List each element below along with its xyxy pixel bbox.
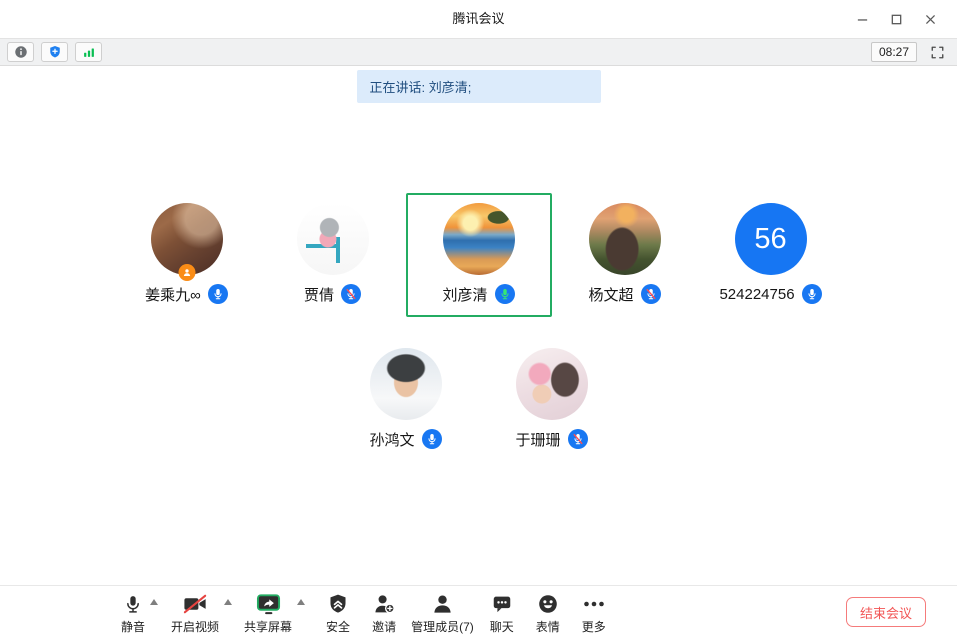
participant-tile-yushanshan[interactable]: 于珊珊 (479, 338, 625, 462)
meeting-toolbar: 静音 开启视频 共享屏幕 安全 邀请 (0, 585, 957, 637)
manage-members-button[interactable]: 管理成员(7) (411, 591, 474, 635)
microphone-icon (123, 591, 143, 617)
security-label: 安全 (326, 618, 350, 635)
chat-bubble-icon (491, 591, 513, 617)
window-title: 腾讯会议 (0, 0, 957, 38)
title-bar: 腾讯会议 (0, 0, 957, 38)
emoji-smiley-icon (537, 591, 559, 617)
avatar-photo (297, 203, 369, 275)
mic-speaking-icon (495, 284, 515, 304)
status-bar: 08:27 (0, 38, 957, 66)
avatar (370, 348, 442, 420)
fullscreen-icon[interactable] (925, 42, 949, 62)
share-screen-label: 共享屏幕 (244, 618, 292, 635)
participant-tile-yangwenchao[interactable]: 杨文超 (552, 193, 698, 317)
participant-row-2: 孙鸿文 于珊珊 (0, 338, 957, 462)
status-right: 08:27 (871, 42, 949, 62)
participant-name: 姜乘九∞ (145, 284, 201, 305)
mic-muted-icon (568, 429, 588, 449)
start-video-button[interactable]: 开启视频 (171, 591, 219, 635)
share-screen-icon (256, 591, 281, 617)
participant-tile-jiaqian[interactable]: 贾倩 (260, 193, 406, 317)
security-button[interactable]: 安全 (326, 591, 350, 635)
avatar-photo (370, 348, 442, 420)
avatar-number: 56 (735, 203, 807, 275)
participant-name: 524224756 (719, 286, 794, 303)
chat-label: 聊天 (490, 618, 514, 635)
participant-tile-sunhongwen[interactable]: 孙鸿文 (333, 338, 479, 462)
meeting-timer: 08:27 (871, 42, 917, 62)
mic-muted-icon (341, 284, 361, 304)
participant-name: 贾倩 (304, 284, 334, 305)
avatar (589, 203, 661, 275)
meeting-info-icon[interactable] (7, 42, 34, 62)
camera-off-icon (182, 591, 209, 617)
avatar (443, 203, 515, 275)
speaking-banner: 正在讲话: 刘彦清; (357, 70, 601, 103)
members-icon (431, 591, 454, 617)
start-video-label: 开启视频 (171, 618, 219, 635)
video-menu-caret-icon[interactable] (219, 599, 237, 605)
participant-stage: 正在讲话: 刘彦清; 姜乘九∞ (0, 66, 957, 585)
mic-on-icon (422, 429, 442, 449)
participant-tile-liuyanqing-active-speaker[interactable]: 刘彦清 (406, 193, 552, 317)
invite-button[interactable]: 邀请 (372, 591, 396, 635)
more-dots-icon (582, 591, 606, 617)
maximize-icon[interactable] (879, 5, 913, 33)
participant-tile-524224756[interactable]: 56 524224756 (698, 193, 844, 317)
participant-name: 孙鸿文 (369, 429, 414, 450)
participant-name: 杨文超 (588, 284, 633, 305)
mute-menu-caret-icon[interactable] (145, 599, 163, 605)
network-signal-icon[interactable] (75, 42, 102, 62)
more-button[interactable]: 更多 (582, 591, 606, 635)
participant-name: 于珊珊 (515, 429, 560, 450)
status-left-buttons (7, 42, 102, 62)
security-protect-icon[interactable] (41, 42, 68, 62)
participant-tile-jiangchengjiu[interactable]: 姜乘九∞ (114, 193, 260, 317)
mute-button[interactable]: 静音 (121, 591, 145, 635)
more-label: 更多 (582, 618, 606, 635)
close-icon[interactable] (913, 5, 947, 33)
avatar-photo (443, 203, 515, 275)
host-badge-icon (178, 264, 195, 281)
mute-label: 静音 (121, 618, 145, 635)
avatar (297, 203, 369, 275)
participant-name: 刘彦清 (442, 284, 487, 305)
mic-on-icon (802, 284, 822, 304)
meeting-window: 腾讯会议 08:27 (0, 0, 957, 637)
window-controls (845, 0, 947, 38)
share-screen-button[interactable]: 共享屏幕 (244, 591, 292, 635)
mic-on-icon (208, 284, 228, 304)
avatar: 56 (735, 203, 807, 275)
chat-button[interactable]: 聊天 (490, 591, 514, 635)
end-meeting-button[interactable]: 结束会议 (846, 597, 926, 627)
emoji-button[interactable]: 表情 (536, 591, 560, 635)
minimize-icon[interactable] (845, 5, 879, 33)
mic-muted-icon (641, 284, 661, 304)
avatar (516, 348, 588, 420)
invite-person-icon (373, 591, 396, 617)
security-shield-icon (327, 591, 349, 617)
manage-members-label: 管理成员(7) (411, 618, 474, 635)
avatar-photo (516, 348, 588, 420)
avatar (151, 203, 223, 275)
invite-label: 邀请 (372, 618, 396, 635)
share-menu-caret-icon[interactable] (292, 599, 310, 605)
emoji-label: 表情 (536, 618, 560, 635)
participant-row-1: 姜乘九∞ 贾倩 (0, 193, 957, 317)
avatar-photo (589, 203, 661, 275)
